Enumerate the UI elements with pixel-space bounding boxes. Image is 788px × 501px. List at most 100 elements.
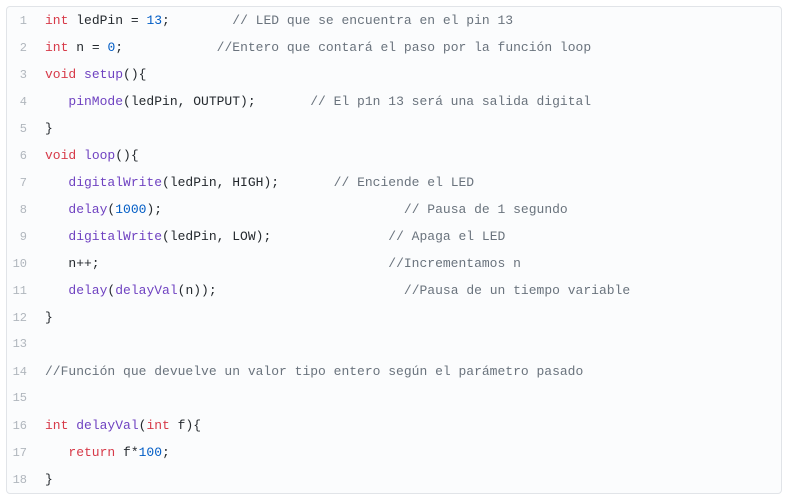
- token-cmt: //Incrementamos n: [388, 256, 521, 271]
- code-line: 3void setup(){: [7, 61, 781, 88]
- token-plain: n++;: [45, 256, 388, 271]
- token-plain: (ledPin, HIGH);: [162, 175, 334, 190]
- line-content: n++; //Incrementamos n: [37, 250, 781, 277]
- token-plain: }: [45, 472, 53, 487]
- token-kw: return: [68, 445, 123, 460]
- line-number: 6: [7, 143, 37, 170]
- line-content: digitalWrite(ledPin, LOW); // Apaga el L…: [37, 223, 781, 250]
- token-plain: [45, 202, 68, 217]
- token-plain: ;: [115, 40, 216, 55]
- line-content: void loop(){: [37, 142, 781, 169]
- code-line: 4 pinMode(ledPin, OUTPUT); // El p1n 13 …: [7, 88, 781, 115]
- token-plain: ;: [162, 13, 232, 28]
- token-fn: delay: [68, 202, 107, 217]
- line-content: }: [37, 304, 781, 331]
- code-line: 2int n = 0; //Entero que contará el paso…: [7, 34, 781, 61]
- token-fn: setup: [84, 67, 123, 82]
- line-content: int delayVal(int f){: [37, 412, 781, 439]
- token-fn: delay: [68, 283, 107, 298]
- token-cmt: //Pausa de un tiempo variable: [404, 283, 630, 298]
- token-plain: [45, 283, 68, 298]
- code-line: 18}: [7, 466, 781, 493]
- token-fn: pinMode: [68, 94, 123, 109]
- token-plain: }: [45, 310, 53, 325]
- code-line: 15: [7, 385, 781, 412]
- token-cmt: // El p1n 13 será una salida digital: [310, 94, 591, 109]
- code-line: 16int delayVal(int f){: [7, 412, 781, 439]
- code-line: 1int ledPin = 13; // LED que se encuentr…: [7, 7, 781, 34]
- token-kw: void: [45, 148, 84, 163]
- token-plain: [45, 94, 68, 109]
- line-content: pinMode(ledPin, OUTPUT); // El p1n 13 se…: [37, 88, 781, 115]
- token-kw: int: [45, 40, 76, 55]
- line-number: 9: [7, 224, 37, 251]
- line-number: 17: [7, 440, 37, 467]
- token-plain: (ledPin, LOW);: [162, 229, 388, 244]
- token-kw: int: [45, 13, 76, 28]
- line-content: return f*100;: [37, 439, 781, 466]
- token-num: 100: [139, 445, 162, 460]
- token-plain: [45, 229, 68, 244]
- token-plain: (){: [115, 148, 138, 163]
- token-plain: (){: [123, 67, 146, 82]
- token-plain: =: [131, 13, 147, 28]
- line-content: delay(delayVal(n)); //Pausa de un tiempo…: [37, 277, 781, 304]
- token-cmt: // Enciende el LED: [334, 175, 474, 190]
- token-plain: );: [146, 202, 403, 217]
- token-plain: n: [76, 40, 92, 55]
- line-number: 8: [7, 197, 37, 224]
- code-line: 13: [7, 331, 781, 358]
- line-content: delay(1000); // Pausa de 1 segundo: [37, 196, 781, 223]
- code-line: 10 n++; //Incrementamos n: [7, 250, 781, 277]
- line-number: 14: [7, 359, 37, 386]
- line-number: 11: [7, 278, 37, 305]
- line-content: int n = 0; //Entero que contará el paso …: [37, 34, 781, 61]
- line-content: int ledPin = 13; // LED que se encuentra…: [37, 7, 781, 34]
- code-line: 14 //Función que devuelve un valor tipo e…: [7, 358, 781, 385]
- token-plain: [45, 175, 68, 190]
- token-plain: ;: [162, 445, 170, 460]
- line-number: 12: [7, 305, 37, 332]
- token-plain: }: [45, 121, 53, 136]
- token-fn: loop: [84, 148, 115, 163]
- token-fn: delayVal: [76, 418, 138, 433]
- token-plain: (n));: [178, 283, 404, 298]
- token-kw: int: [45, 418, 76, 433]
- code-line: 7 digitalWrite(ledPin, HIGH); // Enciend…: [7, 169, 781, 196]
- line-content: void setup(){: [37, 61, 781, 88]
- line-number: 18: [7, 467, 37, 494]
- token-plain: (ledPin, OUTPUT);: [123, 94, 310, 109]
- token-plain: f*: [123, 445, 139, 460]
- line-content: digitalWrite(ledPin, HIGH); // Enciende …: [37, 169, 781, 196]
- token-plain: ledPin: [76, 13, 131, 28]
- code-block: 1int ledPin = 13; // LED que se encuentr…: [6, 6, 782, 494]
- token-num: 1000: [115, 202, 146, 217]
- line-number: 15: [7, 385, 37, 412]
- token-cmt: //Entero que contará el paso por la func…: [217, 40, 591, 55]
- code-line: 5}: [7, 115, 781, 142]
- token-cmt: //Función que devuelve un valor tipo ent…: [45, 364, 583, 379]
- line-number: 7: [7, 170, 37, 197]
- token-plain: =: [92, 40, 108, 55]
- token-fn: digitalWrite: [68, 229, 162, 244]
- line-number: 16: [7, 413, 37, 440]
- code-line: 17 return f*100;: [7, 439, 781, 466]
- line-number: 1: [7, 8, 37, 35]
- token-fn: digitalWrite: [68, 175, 162, 190]
- token-cmt: // Pausa de 1 segundo: [404, 202, 568, 217]
- token-fn: delayVal: [115, 283, 177, 298]
- line-number: 13: [7, 331, 37, 358]
- line-content: //Función que devuelve un valor tipo ent…: [37, 358, 781, 385]
- code-line: 9 digitalWrite(ledPin, LOW); // Apaga el…: [7, 223, 781, 250]
- token-num: 13: [146, 13, 162, 28]
- token-plain: [45, 445, 68, 460]
- code-line: 11 delay(delayVal(n)); //Pausa de un tie…: [7, 277, 781, 304]
- code-line: 8 delay(1000); // Pausa de 1 segundo: [7, 196, 781, 223]
- token-kw: int: [146, 418, 177, 433]
- line-content: }: [37, 115, 781, 142]
- token-kw: void: [45, 67, 84, 82]
- token-cmt: // Apaga el LED: [388, 229, 505, 244]
- line-number: 10: [7, 251, 37, 278]
- code-line: 12}: [7, 304, 781, 331]
- line-number: 2: [7, 35, 37, 62]
